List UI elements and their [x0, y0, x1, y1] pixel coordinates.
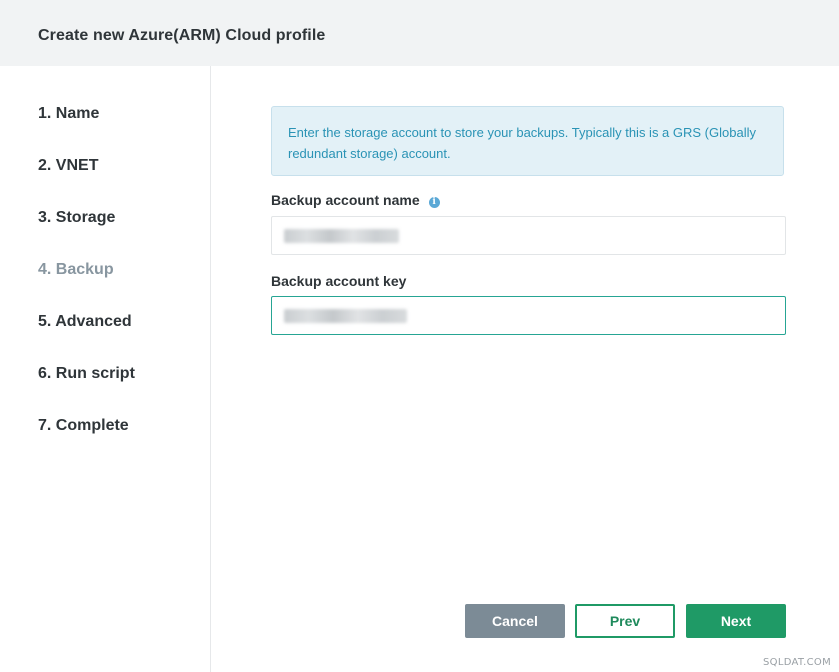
- dialog-title: Create new Azure(ARM) Cloud profile: [38, 27, 326, 44]
- step-run-script[interactable]: 6. Run script: [38, 365, 135, 383]
- cancel-button[interactable]: Cancel: [465, 604, 565, 638]
- prev-button[interactable]: Prev: [575, 604, 675, 638]
- step-backup[interactable]: 4. Backup: [38, 261, 114, 279]
- step-vnet[interactable]: 2. VNET: [38, 157, 98, 175]
- backup-account-name-label: Backup account name i: [271, 192, 440, 208]
- backup-account-name-input[interactable]: [271, 216, 786, 255]
- backup-account-key-label: Backup account key: [271, 273, 407, 289]
- info-icon[interactable]: i: [428, 197, 440, 208]
- next-button[interactable]: Next: [686, 604, 786, 638]
- step-advanced[interactable]: 5. Advanced: [38, 313, 132, 331]
- redacted-value: [284, 229, 399, 243]
- backup-account-name-label-text: Backup account name: [271, 192, 420, 208]
- step-name[interactable]: 1. Name: [38, 105, 99, 123]
- watermark: SQLDAT.COM: [763, 657, 831, 668]
- info-text: Enter the storage account to store your …: [288, 125, 756, 161]
- step-complete[interactable]: 7. Complete: [38, 417, 129, 435]
- backup-account-key-input[interactable]: [271, 296, 786, 335]
- dialog-header: Create new Azure(ARM) Cloud profile: [0, 0, 839, 66]
- info-callout: Enter the storage account to store your …: [271, 106, 784, 176]
- step-storage[interactable]: 3. Storage: [38, 209, 115, 227]
- redacted-value: [284, 309, 407, 323]
